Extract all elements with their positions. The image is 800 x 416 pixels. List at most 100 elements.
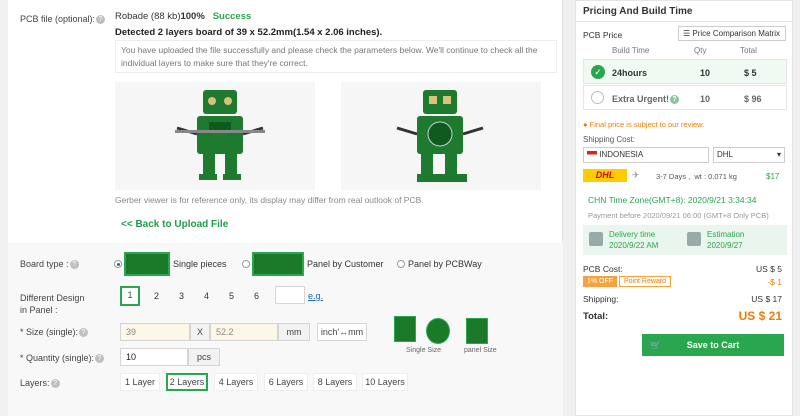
pcb-file-label: PCB file (optional):?: [20, 14, 106, 25]
layer-option-8[interactable]: 8 Layers: [313, 373, 357, 391]
size-x-input[interactable]: 39: [120, 323, 190, 341]
delivery-date: 2020/9/22 AM: [609, 241, 659, 250]
discount-badge: 1% OFF: [583, 276, 617, 287]
chevron-down-icon: ▾: [776, 150, 781, 159]
panel-size-icon: [466, 318, 488, 344]
design-option-3[interactable]: 3: [179, 291, 184, 301]
pcb-config-panel: PCB file (optional):? Robade (88 kb)100%…: [8, 0, 563, 416]
build-time: 24hours: [612, 68, 648, 78]
price-row-extra-urgent[interactable]: Extra Urgent!? 10 $ 96: [583, 85, 787, 110]
quantity-unit: pcs: [188, 348, 220, 366]
size-x-separator: X: [190, 323, 210, 341]
plane-icon: ✈: [632, 170, 640, 180]
robot-pcb-top-image: [175, 90, 265, 180]
estimation-label: Estimation: [707, 230, 745, 239]
check-icon: ✓: [591, 65, 605, 79]
layer-option-6[interactable]: 6 Layers: [264, 373, 308, 391]
indonesia-flag-icon: [587, 151, 597, 159]
upload-percent: 100%: [180, 11, 205, 22]
pricing-panel: Pricing And Build Time PCB Price ☰ Price…: [575, 0, 793, 416]
radio-panel-customer[interactable]: [242, 260, 250, 268]
help-icon[interactable]: ?: [50, 379, 60, 389]
single-pieces-icon: [124, 252, 170, 276]
list-icon: ☰: [683, 29, 691, 38]
unit-convert-button[interactable]: inch'↔mm: [317, 323, 367, 341]
radio-single-pieces[interactable]: [114, 260, 122, 268]
help-icon[interactable]: ?: [670, 95, 680, 105]
robot-pcb-bottom-image: [396, 90, 484, 182]
point-reward-badge[interactable]: Point Reward: [619, 276, 672, 287]
help-icon[interactable]: ?: [95, 354, 105, 364]
size-y-input[interactable]: 52.2: [210, 323, 278, 341]
help-icon[interactable]: ?: [79, 328, 89, 338]
shipping-total: US $ 17: [751, 294, 782, 304]
board-type-label: Board type :?: [20, 259, 79, 270]
header-qty: Qty: [694, 46, 707, 55]
dhl-logo: DHL: [583, 169, 627, 182]
single-size-caption: Single Size: [406, 347, 442, 354]
size-unit: mm: [278, 323, 310, 341]
total: $ 96: [744, 94, 762, 104]
layer-option-10[interactable]: 10 Layers: [362, 373, 408, 391]
design-option-4[interactable]: 4: [204, 291, 209, 301]
delivery-box: Delivery time 2020/9/22 AM Estimation 20…: [583, 225, 787, 255]
pcb-cost: US $ 5: [756, 264, 782, 274]
design-in-panel-label: Different Design in Panel :: [20, 293, 85, 315]
option-panel-pcbway[interactable]: Panel by PCBWay: [408, 259, 482, 269]
chn-time: CHN Time Zone(GMT+8): 2020/9/21 3:34:34: [588, 195, 757, 205]
single-size-icon: [394, 316, 416, 342]
help-icon[interactable]: ?: [96, 15, 106, 25]
design-option-5[interactable]: 5: [229, 291, 234, 301]
qty: 10: [700, 68, 711, 78]
price-row-24hours[interactable]: ✓ 24hours 10 $ 5: [583, 59, 787, 84]
save-to-cart-button[interactable]: 🛒 Save to Cart: [642, 334, 784, 356]
design-option-6[interactable]: 6: [254, 291, 259, 301]
upload-note: You have uploaded the file successfully …: [115, 40, 557, 73]
size-label: * Size (single):?: [20, 327, 89, 338]
box-icon: [589, 232, 603, 246]
ship-days: 3-7 Days , wt : 0.071 kg: [656, 172, 737, 181]
pcb-top-preview: [115, 82, 315, 190]
qty: 10: [700, 94, 711, 104]
layer-option-4[interactable]: 4 Layers: [214, 373, 258, 391]
price-comparison-button[interactable]: ☰ Price Comparison Matrix: [678, 26, 786, 41]
help-icon[interactable]: ?: [69, 260, 79, 270]
quantity-label: * Quantity (single):?: [20, 353, 105, 364]
layer-option-1[interactable]: 1 Layer: [120, 373, 160, 391]
shipping-total-label: Shipping:: [583, 294, 619, 304]
design-option-2[interactable]: 2: [154, 291, 159, 301]
total-label: Total:: [583, 311, 609, 322]
pcb-bottom-preview: [341, 82, 541, 190]
layers-label: Layers:?: [20, 378, 60, 389]
estimation-date: 2020/9/27: [707, 241, 743, 250]
discount-value: -$ 1: [767, 277, 782, 287]
radio-panel-pcbway[interactable]: [397, 260, 405, 268]
total-price: US $ 21: [738, 309, 782, 323]
layer-option-2[interactable]: 2 Layers: [166, 373, 208, 391]
back-to-upload-link[interactable]: << Back to Upload File: [121, 219, 228, 230]
eg-link[interactable]: e.g.: [308, 291, 323, 301]
country-select[interactable]: INDONESIA: [583, 147, 709, 163]
option-single-pieces[interactable]: Single pieces: [173, 259, 227, 269]
gerber-note: Gerber viewer is for reference only, its…: [115, 195, 424, 205]
pcb-cost-label: PCB Cost:: [583, 264, 623, 274]
option-panel-customer[interactable]: Panel by Customer: [307, 259, 384, 269]
design-custom-input[interactable]: [275, 286, 305, 304]
quantity-input[interactable]: 10: [120, 348, 188, 366]
header-total: Total: [740, 46, 757, 55]
panel-size-caption: panel Size: [464, 347, 497, 354]
design-option-1[interactable]: 1: [120, 286, 140, 306]
upload-status-line: Robade (88 kb)100% Success: [115, 11, 251, 22]
person-icon: [687, 232, 701, 246]
delivery-label: Delivery time: [609, 230, 656, 239]
warning-icon: ●: [583, 120, 588, 129]
pcb-price-label: PCB Price: [583, 30, 623, 40]
radio-circle: [591, 91, 604, 104]
upload-success: Success: [212, 11, 252, 22]
file-name: Robade (88 kb): [115, 11, 181, 22]
pricing-title: Pricing And Build Time: [583, 6, 693, 17]
carrier-select[interactable]: DHL ▾: [713, 147, 785, 163]
final-price-note: ● Final price is subject to our review.: [583, 120, 705, 129]
build-time: Extra Urgent!?: [612, 94, 680, 105]
ship-price: $17: [766, 172, 780, 181]
